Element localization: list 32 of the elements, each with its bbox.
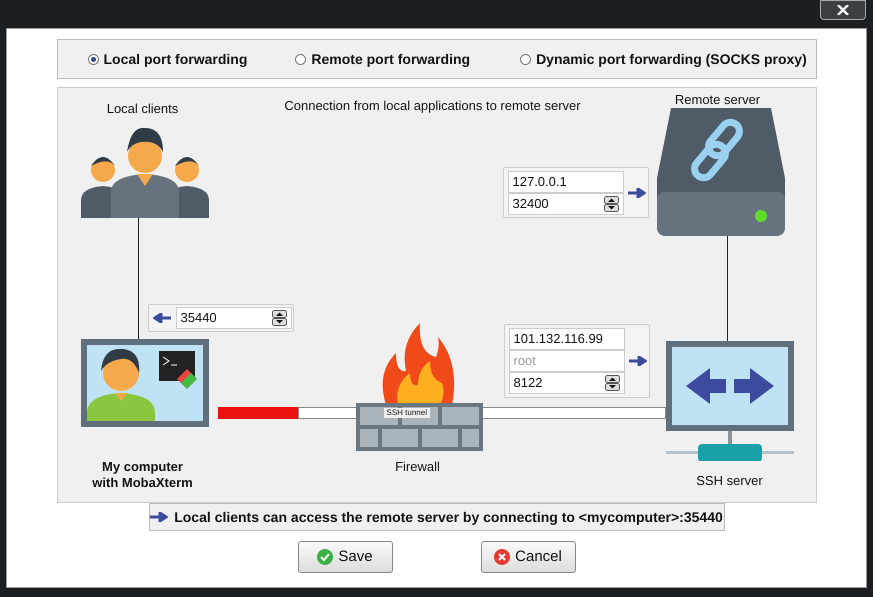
forwarding-radio[interactable]: Local port forwarding	[88, 48, 248, 70]
arrow-right-icon	[628, 356, 646, 366]
local-port-field[interactable]: 35440	[176, 307, 292, 329]
radio-button[interactable]	[295, 54, 306, 64]
radio-button[interactable]	[88, 54, 98, 64]
info-text: Local clients can access the remote server by connecting to <mycomputer>:35440	[174, 508, 723, 527]
diagram-label: My computer with MobaXterm	[91, 459, 194, 491]
diagram-label: Remote server	[674, 91, 762, 109]
save-button[interactable]: Save	[298, 541, 392, 573]
arrow-left-icon	[152, 313, 170, 323]
arrow-right-icon	[150, 512, 168, 522]
ssh-port-field[interactable]: 8122	[508, 372, 624, 394]
radio-button[interactable]	[520, 54, 532, 64]
forwarding-radio[interactable]: Remote port forwarding	[295, 48, 470, 70]
remote-port-field[interactable]: 32400	[508, 192, 624, 214]
arrow-right-icon	[628, 188, 646, 198]
forwarding-radio[interactable]: Dynamic port forwarding (SOCKS proxy)	[520, 48, 807, 70]
tunnel-label: SSH tunnel	[384, 408, 430, 418]
diagram-label: Connection from local applications to remote server	[283, 97, 582, 115]
diagram-label: SSH server	[695, 472, 764, 490]
diagram-label: Local clients	[106, 100, 180, 118]
diagram-label: Firewall	[394, 458, 441, 476]
check-icon	[317, 549, 334, 565]
spinner-icon[interactable]	[604, 375, 620, 391]
remote-host-field[interactable]: 127.0.0.1	[508, 170, 624, 192]
spinner-icon[interactable]	[272, 310, 286, 326]
cancel-button[interactable]: Cancel	[480, 541, 576, 573]
spinner-icon[interactable]	[604, 196, 618, 212]
close-icon	[837, 5, 849, 15]
cancel-icon	[494, 549, 510, 565]
ssh-host-field[interactable]: 101.132.116.99	[508, 328, 624, 350]
close-button[interactable]	[820, 0, 866, 20]
